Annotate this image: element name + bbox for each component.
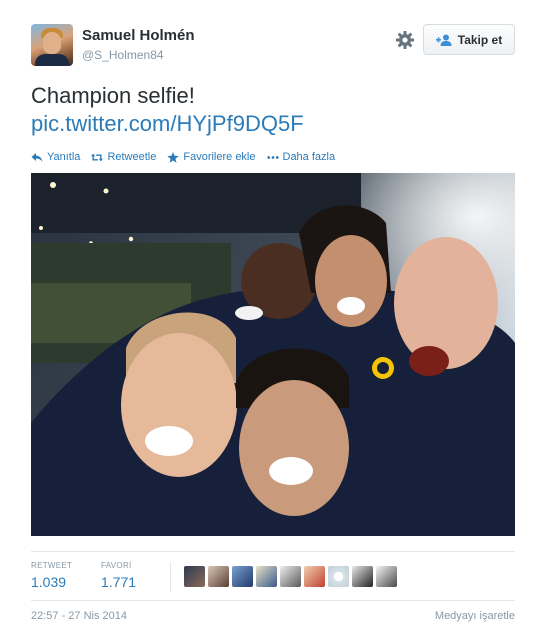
add-user-icon bbox=[435, 34, 452, 46]
avatar-shirt bbox=[35, 54, 69, 66]
tweet-header: Samuel Holmén @S_Holmen84 Takip et bbox=[31, 24, 515, 68]
favoriter-avatar[interactable] bbox=[328, 566, 349, 587]
reply-icon bbox=[31, 152, 43, 162]
tweet-media-link[interactable]: pic.twitter.com/HYjPf9DQ5F bbox=[31, 110, 304, 137]
player-mouth-2 bbox=[337, 297, 365, 315]
retweet-action[interactable]: Retweetle bbox=[91, 151, 156, 163]
more-action[interactable]: Daha fazla bbox=[266, 151, 336, 163]
favoriter-avatar[interactable] bbox=[352, 566, 373, 587]
favoriter-avatar[interactable] bbox=[184, 566, 205, 587]
player-face-5 bbox=[239, 380, 349, 516]
favorite-label: Favorilere ekle bbox=[183, 151, 256, 163]
favoriter-avatar[interactable] bbox=[376, 566, 397, 587]
tweet-actions: Yanıtla Retweetle Favorilere ekle Daha f… bbox=[31, 150, 346, 164]
favoriter-avatar[interactable] bbox=[208, 566, 229, 587]
flag-media-link[interactable]: Medyayı işaretle bbox=[435, 610, 515, 622]
tweet-timestamp[interactable]: 22:57 - 27 Nis 2014 bbox=[31, 610, 127, 622]
player-face-4 bbox=[121, 333, 237, 477]
favorite-count: 1.771 bbox=[101, 574, 137, 590]
user-handle[interactable]: @S_Holmen84 bbox=[82, 48, 164, 62]
tweet-photo[interactable] bbox=[31, 173, 515, 536]
favorite-stat-label: FAVORİ bbox=[101, 561, 132, 570]
favoriter-avatar[interactable] bbox=[280, 566, 301, 587]
player-mouth-4 bbox=[145, 426, 193, 456]
retweet-stat-label: RETWEET bbox=[31, 561, 73, 570]
favoriter-avatar[interactable] bbox=[304, 566, 325, 587]
reply-action[interactable]: Yanıtla bbox=[31, 151, 80, 163]
player-mouth-1 bbox=[235, 306, 263, 320]
more-icon bbox=[266, 155, 279, 159]
user-avatar[interactable] bbox=[31, 24, 73, 66]
player-face-3 bbox=[394, 237, 498, 369]
stats-separator bbox=[170, 562, 171, 592]
stats-bottom-divider bbox=[31, 600, 515, 601]
favorite-action[interactable]: Favorilere ekle bbox=[167, 151, 256, 163]
retweet-label: Retweetle bbox=[107, 151, 157, 163]
follow-button-label: Takip et bbox=[457, 32, 503, 47]
favorite-stat[interactable]: FAVORİ 1.771 bbox=[101, 561, 136, 590]
tweet-text: Champion selfie! bbox=[31, 83, 195, 108]
star-icon bbox=[167, 151, 179, 163]
player-mouth-3 bbox=[409, 346, 449, 376]
more-label: Daha fazla bbox=[282, 151, 336, 163]
favoriter-avatar[interactable] bbox=[232, 566, 253, 587]
stats-top-divider bbox=[31, 551, 515, 552]
user-name[interactable]: Samuel Holmén bbox=[82, 27, 195, 44]
retweet-icon bbox=[91, 153, 104, 161]
player-mouth-5 bbox=[269, 457, 313, 485]
retweet-stat[interactable]: RETWEET 1.039 bbox=[31, 561, 72, 590]
avatar-face bbox=[43, 32, 61, 54]
reply-label: Yanıtla bbox=[47, 151, 81, 163]
favoriter-avatar[interactable] bbox=[256, 566, 277, 587]
gear-icon[interactable] bbox=[395, 30, 415, 50]
favoriters-list bbox=[184, 566, 397, 587]
retweet-count: 1.039 bbox=[31, 574, 67, 590]
club-badge-inner bbox=[377, 362, 389, 374]
follow-button[interactable]: Takip et bbox=[423, 24, 515, 55]
